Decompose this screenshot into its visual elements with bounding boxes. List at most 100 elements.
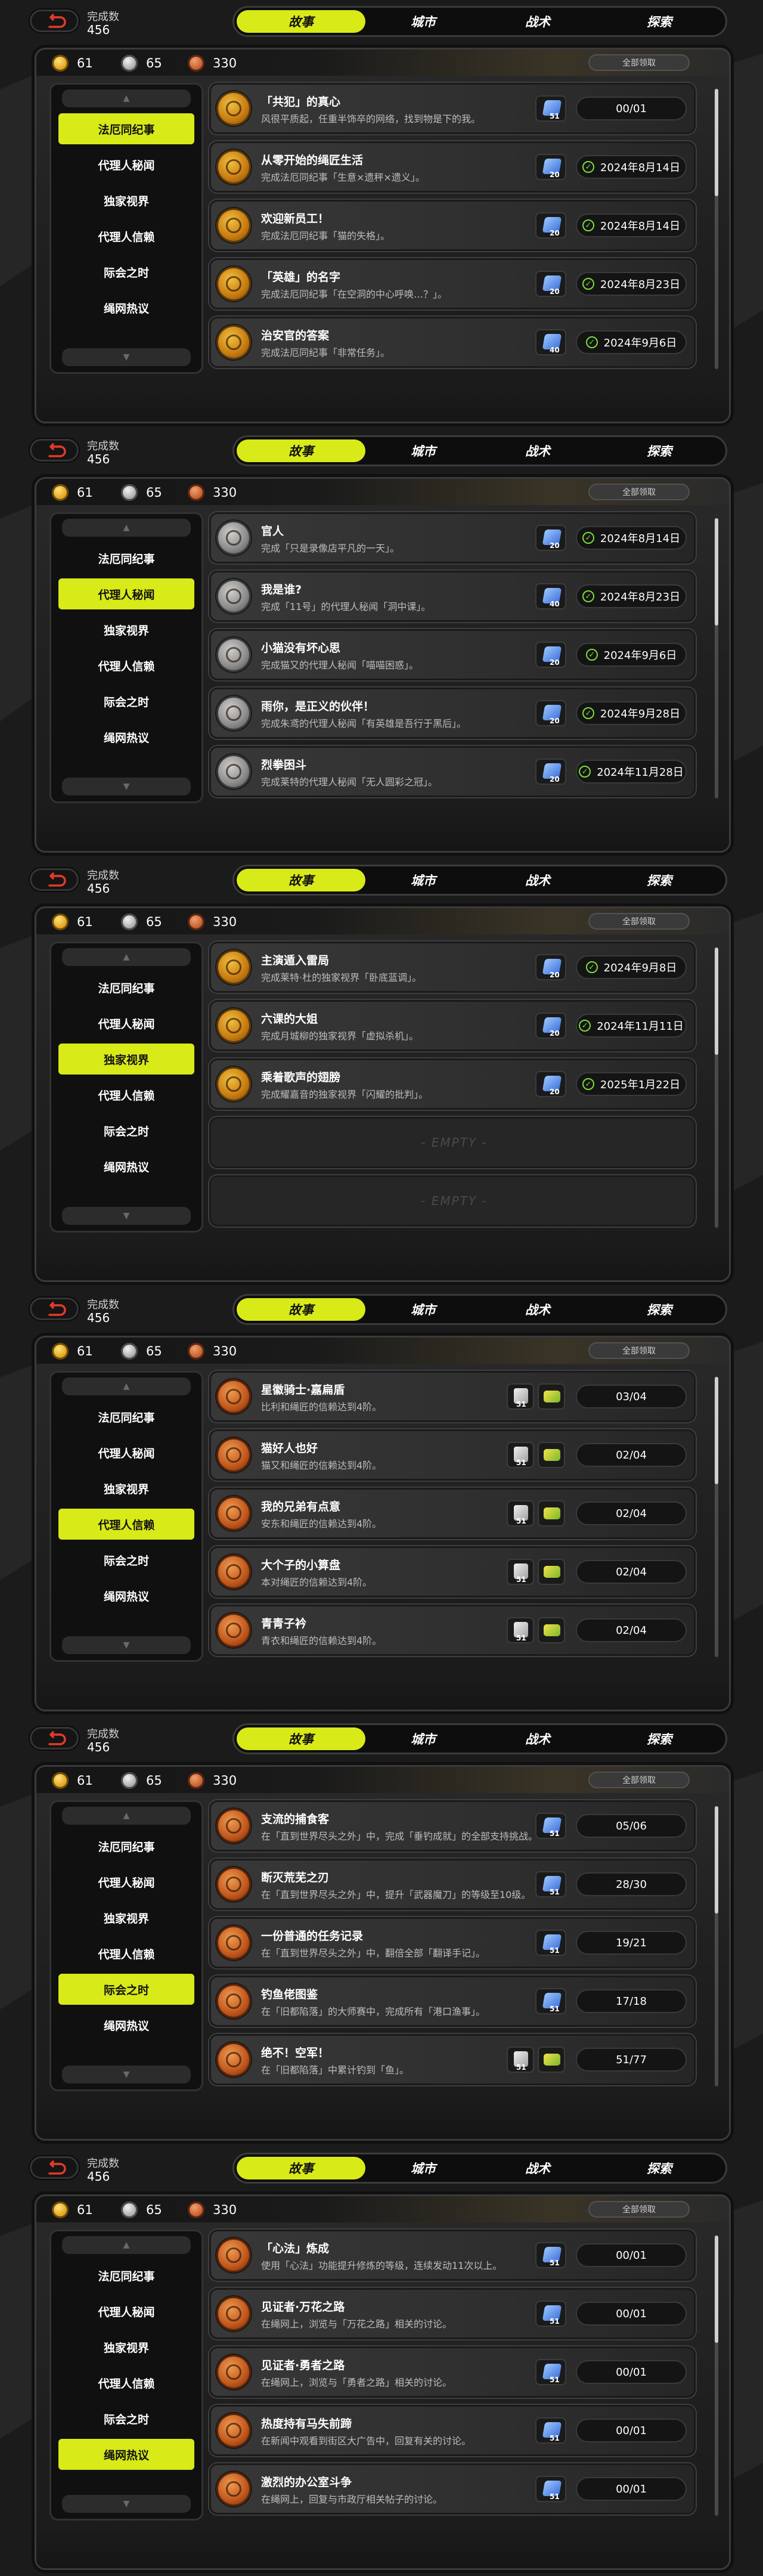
tab-city[interactable]: 城市: [367, 1727, 480, 1750]
reward-item[interactable]: 20: [535, 642, 566, 668]
sidebar-item-phaethon-chronicle[interactable]: 法厄同纪事: [58, 1401, 194, 1432]
achievement-status[interactable]: 28/30: [576, 1872, 687, 1896]
reward-item[interactable]: 20: [535, 758, 566, 785]
list-scrollbar[interactable]: [715, 89, 718, 369]
reward-item[interactable]: 51: [507, 1383, 534, 1410]
achievement-row[interactable]: 见证者·万花之路 在绳网上，浏览与「万花之路」相关的讨论。 51 00/01: [209, 2288, 696, 2339]
sidebar-item-inter-knot-topics[interactable]: 绳网热议: [58, 2010, 194, 2041]
reward-item[interactable]: 51: [535, 2242, 566, 2268]
claim-all-button[interactable]: 全部领取: [588, 484, 690, 500]
tab-story[interactable]: 故事: [237, 1298, 365, 1321]
achievement-status[interactable]: 03/04: [576, 1385, 687, 1408]
sidebar-scroll-down[interactable]: ▼: [62, 348, 191, 366]
sidebar-item-agent-trust[interactable]: 代理人信赖: [58, 221, 194, 252]
back-button[interactable]: [30, 10, 79, 32]
sidebar-scroll-up[interactable]: ▲: [62, 1807, 191, 1825]
achievement-status[interactable]: 02/04: [576, 1618, 687, 1642]
list-scrollbar[interactable]: [715, 2236, 718, 2516]
tab-story[interactable]: 故事: [237, 439, 365, 462]
sidebar-item-phaethon-chronicle[interactable]: 法厄同纪事: [58, 2260, 194, 2291]
reward-item[interactable]: 20: [535, 271, 566, 297]
reward-item[interactable]: 20: [535, 525, 566, 551]
reward-items[interactable]: 51: [507, 1617, 565, 1643]
reward-item[interactable]: 51: [507, 1500, 534, 1527]
sidebar-item-encounter-moments[interactable]: 际会之时: [58, 1974, 194, 2005]
achievement-row[interactable]: 猫好人也好 猫又和绳匠的信赖达到4阶。 51 02/04: [209, 1429, 696, 1481]
achievement-row[interactable]: 欢迎新员工！ 完成法厄同纪事「猫的失格」。 20 ✓ 2024年8月14日: [209, 200, 696, 251]
achievement-row[interactable]: 见证者·勇者之路 在绳网上，浏览与「勇者之路」相关的讨论。 51 00/01: [209, 2346, 696, 2398]
reward-items[interactable]: 51: [507, 1559, 565, 1585]
back-button[interactable]: [30, 2156, 79, 2179]
tab-tactics[interactable]: 战术: [481, 2157, 594, 2179]
reward-item[interactable]: 20: [535, 154, 566, 180]
back-button[interactable]: [30, 1727, 79, 1750]
sidebar-item-agent-trust[interactable]: 代理人信赖: [58, 1938, 194, 1969]
tab-explore[interactable]: 探索: [595, 2157, 723, 2179]
achievement-row[interactable]: 一份普通的任务记录 在「直到世界尽头之外」中，翻倍全部「翻译手记」。 51 19/21: [209, 1917, 696, 1968]
sidebar-item-agent-trust[interactable]: 代理人信赖: [58, 1079, 194, 1110]
sidebar-item-exclusive-view[interactable]: 独家视界: [58, 614, 194, 645]
back-button[interactable]: [30, 868, 79, 891]
sidebar-scroll-up[interactable]: ▲: [62, 948, 191, 966]
tab-story[interactable]: 故事: [237, 1727, 365, 1750]
scrollbar-thumb[interactable]: [715, 2236, 718, 2343]
tab-story[interactable]: 故事: [237, 869, 365, 891]
list-scrollbar[interactable]: [715, 948, 718, 1228]
tab-city[interactable]: 城市: [367, 1298, 480, 1321]
tab-story[interactable]: 故事: [237, 10, 365, 33]
reward-item[interactable]: [538, 1500, 565, 1527]
achievement-row[interactable]: 官人 完成「只是录像店平凡的一天」。 20 ✓ 2024年8月14日: [209, 512, 696, 564]
reward-item[interactable]: 51: [535, 2301, 566, 2327]
reward-item[interactable]: 20: [535, 1071, 566, 1097]
sidebar-item-inter-knot-topics[interactable]: 绳网热议: [58, 1151, 194, 1182]
reward-item[interactable]: 51: [535, 95, 566, 122]
achievement-status[interactable]: 19/21: [576, 1931, 687, 1955]
reward-item[interactable]: 40: [535, 583, 566, 609]
tab-story[interactable]: 故事: [237, 2157, 365, 2179]
back-button[interactable]: [30, 1298, 79, 1320]
sidebar-scroll-down[interactable]: ▼: [62, 1207, 191, 1225]
claim-all-button[interactable]: 全部领取: [588, 913, 690, 930]
achievement-status[interactable]: 00/01: [576, 2360, 687, 2384]
achievement-row[interactable]: 烈拳困斗 完成莱特的代理人秘闻「无人圆彩之冠」。 20 ✓ 2024年11月28日: [209, 746, 696, 797]
achievement-row[interactable]: 主演遁入雷局 完成莱特·杜的独家视界「卧底蓝调」。 20 ✓ 2024年9月8日: [209, 942, 696, 993]
scrollbar-thumb[interactable]: [715, 518, 718, 626]
achievement-row[interactable]: 「心法」炼成 使用「心法」功能提升修炼的等级，连续发动11次以上。 51 00/01: [209, 2230, 696, 2281]
sidebar-scroll-down[interactable]: ▼: [62, 1636, 191, 1654]
tab-city[interactable]: 城市: [367, 439, 480, 462]
sidebar-item-phaethon-chronicle[interactable]: 法厄同纪事: [58, 113, 194, 144]
reward-item[interactable]: 51: [535, 1813, 566, 1839]
reward-item[interactable]: 51: [535, 2359, 566, 2385]
sidebar-scroll-up[interactable]: ▲: [62, 519, 191, 537]
sidebar-item-encounter-moments[interactable]: 际会之时: [58, 686, 194, 717]
scrollbar-thumb[interactable]: [715, 1377, 718, 1484]
sidebar-item-inter-knot-topics[interactable]: 绳网热议: [58, 722, 194, 753]
achievement-row[interactable]: 热度持有马失前蹄 在新闻中观看到街区大广告中，回复有关的讨论。 51 00/01: [209, 2405, 696, 2456]
claim-all-button[interactable]: 全部领取: [588, 1772, 690, 1788]
reward-item[interactable]: 51: [535, 2417, 566, 2444]
reward-item[interactable]: 51: [507, 2046, 534, 2073]
tab-tactics[interactable]: 战术: [481, 1727, 594, 1750]
achievement-row[interactable]: 激烈的办公室斗争 在绳网上，回复与市政厅相关帖子的讨论。 51 00/01: [209, 2463, 696, 2515]
reward-item[interactable]: [538, 2046, 565, 2073]
sidebar-item-agent-stories[interactable]: 代理人秘闻: [58, 578, 194, 609]
list-scrollbar[interactable]: [715, 518, 718, 798]
sidebar-scroll-up[interactable]: ▲: [62, 2236, 191, 2254]
achievement-row[interactable]: 我的兄弟有点意 安东和绳匠的信赖达到4阶。 51 02/04: [209, 1488, 696, 1539]
achievement-status[interactable]: 00/01: [576, 2419, 687, 2442]
reward-items[interactable]: 51: [507, 1383, 565, 1410]
sidebar-item-agent-stories[interactable]: 代理人秘闻: [58, 1866, 194, 1897]
sidebar-item-agent-stories[interactable]: 代理人秘闻: [58, 1437, 194, 1468]
achievement-status[interactable]: 00/01: [576, 2302, 687, 2326]
achievement-row[interactable]: 绝不！空军！ 在「旧都陷落」中累计钓到「鱼」。 51 51/77: [209, 2034, 696, 2085]
sidebar-scroll-up[interactable]: ▲: [62, 89, 191, 107]
scrollbar-thumb[interactable]: [715, 89, 718, 196]
achievement-status[interactable]: 02/04: [576, 1560, 687, 1584]
sidebar-item-exclusive-view[interactable]: 独家视界: [58, 185, 194, 216]
sidebar-item-agent-trust[interactable]: 代理人信赖: [58, 650, 194, 681]
reward-item[interactable]: 51: [507, 1442, 534, 1468]
reward-items[interactable]: 51: [507, 1500, 565, 1527]
sidebar-item-phaethon-chronicle[interactable]: 法厄同纪事: [58, 972, 194, 1003]
sidebar-item-encounter-moments[interactable]: 际会之时: [58, 256, 194, 287]
list-scrollbar[interactable]: [715, 1806, 718, 2086]
